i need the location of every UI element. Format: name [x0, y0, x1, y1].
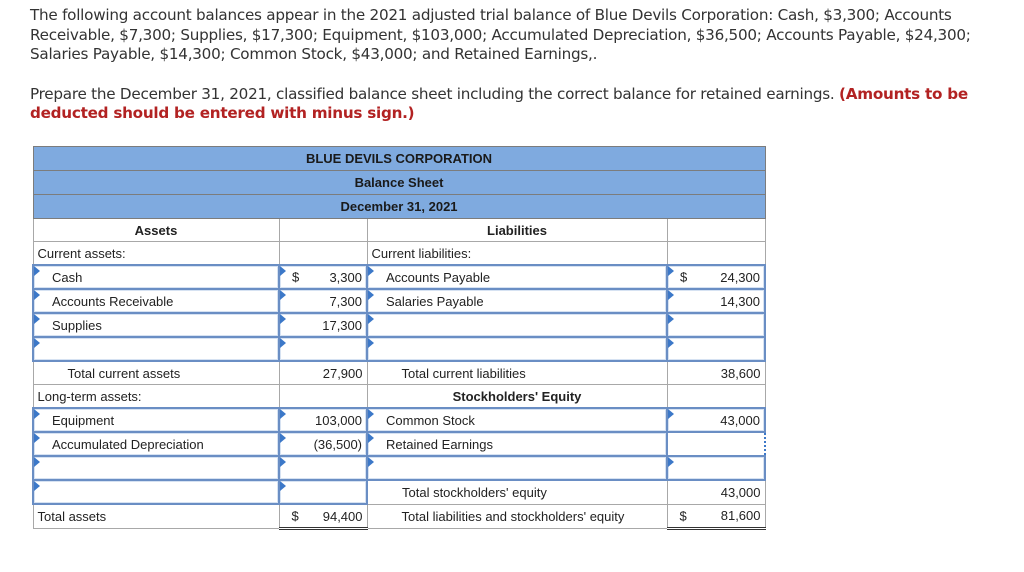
assets-header: Assets — [32, 218, 280, 242]
total-stockholders-equity-label: Total stockholders' equity — [366, 479, 668, 505]
asset-amount-input-blank[interactable] — [278, 479, 368, 505]
table-row: Accounts Receivable 7,300 Salaries Payab… — [32, 288, 766, 314]
cash-amount-input[interactable]: $3,300 — [278, 264, 368, 290]
total-current-liabilities-amount: 38,600 — [666, 360, 766, 385]
dollar-sign: $ — [291, 508, 299, 524]
liability-amount-input-blank[interactable] — [666, 312, 766, 338]
common-stock-amount-input[interactable]: 43,000 — [666, 407, 766, 433]
retained-earnings-amount-input[interactable] — [666, 431, 766, 457]
empty-cell — [666, 241, 766, 266]
asset-amount-input-blank[interactable] — [278, 336, 368, 362]
total-current-liabilities-label: Total current liabilities — [366, 360, 668, 385]
equipment-amount-input[interactable]: 103,000 — [278, 407, 368, 433]
current-assets-label: Current assets: — [32, 241, 280, 266]
table-row: Cash $3,300 Accounts Payable $24,300 — [32, 264, 766, 290]
retained-earnings-label-input[interactable]: Retained Earnings — [366, 431, 668, 457]
liability-label-input-blank[interactable] — [366, 336, 668, 362]
section-header-row: Assets Liabilities — [32, 218, 766, 242]
cash-label-input[interactable]: Cash — [32, 264, 280, 290]
total-current-assets-amount: 27,900 — [278, 360, 368, 385]
total-stockholders-equity-amount: 43,000 — [666, 479, 766, 505]
accounts-payable-label-input[interactable]: Accounts Payable — [366, 264, 668, 290]
instructions-text: Prepare the December 31, 2021, classifie… — [30, 84, 835, 103]
company-name: BLUE DEVILS CORPORATION — [32, 146, 766, 171]
total-current-assets-label: Total current assets — [32, 360, 280, 385]
statement-title: Balance Sheet — [32, 170, 766, 195]
salaries-payable-amount-input[interactable]: 14,300 — [666, 288, 766, 314]
supplies-amount-input[interactable]: 17,300 — [278, 312, 368, 338]
balance-sheet-table: BLUE DEVILS CORPORATION Balance Sheet De… — [32, 146, 766, 530]
table-row: Current assets: Current liabilities: — [32, 241, 766, 266]
accounts-payable-amount-input[interactable]: $24,300 — [666, 264, 766, 290]
dollar-sign: $ — [292, 269, 300, 285]
table-row: Accumulated Depreciation (36,500) Retain… — [32, 431, 766, 457]
empty-cell — [666, 384, 766, 409]
accounts-receivable-label-input[interactable]: Accounts Receivable — [32, 288, 280, 314]
total-liabilities-equity-label: Total liabilities and stockholders' equi… — [366, 503, 668, 529]
salaries-payable-label-input[interactable]: Salaries Payable — [366, 288, 668, 314]
equipment-label-input[interactable]: Equipment — [32, 407, 280, 433]
accounts-receivable-amount-input[interactable]: 7,300 — [278, 288, 368, 314]
instructions-paragraph-2: Prepare the December 31, 2021, classifie… — [30, 85, 990, 124]
table-row: Equipment 103,000 Common Stock 43,000 — [32, 407, 766, 433]
empty-cell — [278, 218, 368, 242]
stockholders-equity-header: Stockholders' Equity — [366, 384, 668, 409]
instructions-paragraph-1: The following account balances appear in… — [30, 6, 971, 63]
equity-amount-input-blank[interactable] — [666, 455, 766, 481]
total-liabilities-equity-amount: $81,600 — [666, 503, 766, 530]
empty-cell — [278, 241, 368, 266]
common-stock-label-input[interactable]: Common Stock — [366, 407, 668, 433]
statement-date: December 31, 2021 — [32, 194, 766, 219]
asset-label-input-blank[interactable] — [32, 455, 280, 481]
table-row: Total stockholders' equity 43,000 — [32, 479, 766, 505]
current-liabilities-label: Current liabilities: — [366, 241, 668, 266]
equity-label-input-blank[interactable] — [366, 455, 668, 481]
table-row: Long-term assets: Stockholders' Equity — [32, 384, 766, 409]
supplies-label-input[interactable]: Supplies — [32, 312, 280, 338]
header-title-row: Balance Sheet — [32, 170, 766, 195]
dollar-sign: $ — [680, 269, 688, 285]
asset-amount-input-blank[interactable] — [278, 455, 368, 481]
table-row: Total assets $94,400 Total liabilities a… — [32, 503, 766, 530]
long-term-assets-label: Long-term assets: — [32, 384, 280, 409]
accumulated-depreciation-label-input[interactable]: Accumulated Depreciation — [32, 431, 280, 457]
empty-cell — [666, 218, 766, 242]
table-row — [32, 336, 766, 362]
accumulated-depreciation-amount-input[interactable]: (36,500) — [278, 431, 368, 457]
table-row: Total current assets 27,900 Total curren… — [32, 360, 766, 385]
empty-cell — [278, 384, 368, 409]
instructions: The following account balances appear in… — [30, 6, 990, 124]
table-row: Supplies 17,300 — [32, 312, 766, 338]
header-date-row: December 31, 2021 — [32, 194, 766, 219]
total-assets-amount: $94,400 — [278, 503, 368, 530]
header-company-row: BLUE DEVILS CORPORATION — [32, 146, 766, 171]
table-row — [32, 455, 766, 481]
asset-label-input-blank[interactable] — [32, 479, 280, 505]
asset-label-input-blank[interactable] — [32, 336, 280, 362]
dollar-sign: $ — [679, 508, 687, 524]
liability-amount-input-blank[interactable] — [666, 336, 766, 362]
total-assets-label: Total assets — [32, 503, 280, 529]
liabilities-header: Liabilities — [366, 218, 668, 242]
liability-label-input-blank[interactable] — [366, 312, 668, 338]
